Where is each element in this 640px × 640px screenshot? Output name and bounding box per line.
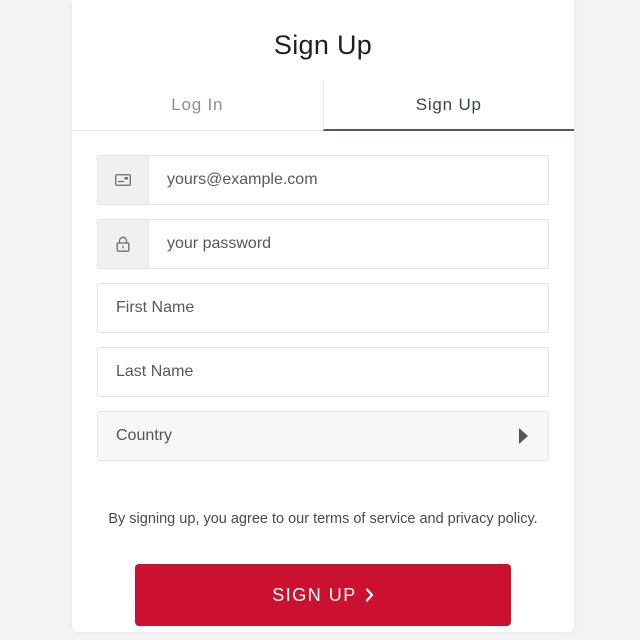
email-field-wrapper bbox=[97, 155, 549, 205]
caret-right-icon bbox=[519, 428, 528, 444]
email-field[interactable] bbox=[149, 156, 548, 204]
signup-form: Country By signing up, you agree to our … bbox=[72, 131, 574, 527]
card-header: Sign Up bbox=[72, 0, 574, 80]
page: Sign Up Log In Sign Up yours@example.com… bbox=[0, 0, 640, 640]
tab-log-in[interactable]: Log In bbox=[72, 80, 323, 130]
last-name-field[interactable] bbox=[98, 348, 548, 396]
password-field-wrapper bbox=[97, 219, 549, 269]
country-select[interactable]: Country bbox=[97, 411, 549, 461]
sign-up-button[interactable]: SIGN UP bbox=[135, 564, 511, 626]
lock-icon bbox=[98, 220, 149, 268]
terms-text: By signing up, you agree to our terms of… bbox=[108, 511, 538, 527]
country-select-label: Country bbox=[116, 427, 173, 444]
auth-tabs: Log In Sign Up bbox=[72, 80, 574, 131]
chevron-right-icon bbox=[365, 588, 374, 602]
page-title: Sign Up bbox=[273, 29, 373, 60]
envelope-icon bbox=[98, 156, 149, 204]
signup-card: Sign Up Log In Sign Up yours@example.com… bbox=[72, 0, 574, 632]
sign-up-button-label: SIGN UP bbox=[272, 584, 357, 605]
first-name-field-wrapper bbox=[97, 283, 549, 333]
last-name-field-wrapper bbox=[97, 347, 549, 397]
first-name-field[interactable] bbox=[98, 284, 548, 332]
password-field[interactable] bbox=[149, 220, 548, 268]
tab-sign-up[interactable]: Sign Up bbox=[322, 80, 574, 131]
